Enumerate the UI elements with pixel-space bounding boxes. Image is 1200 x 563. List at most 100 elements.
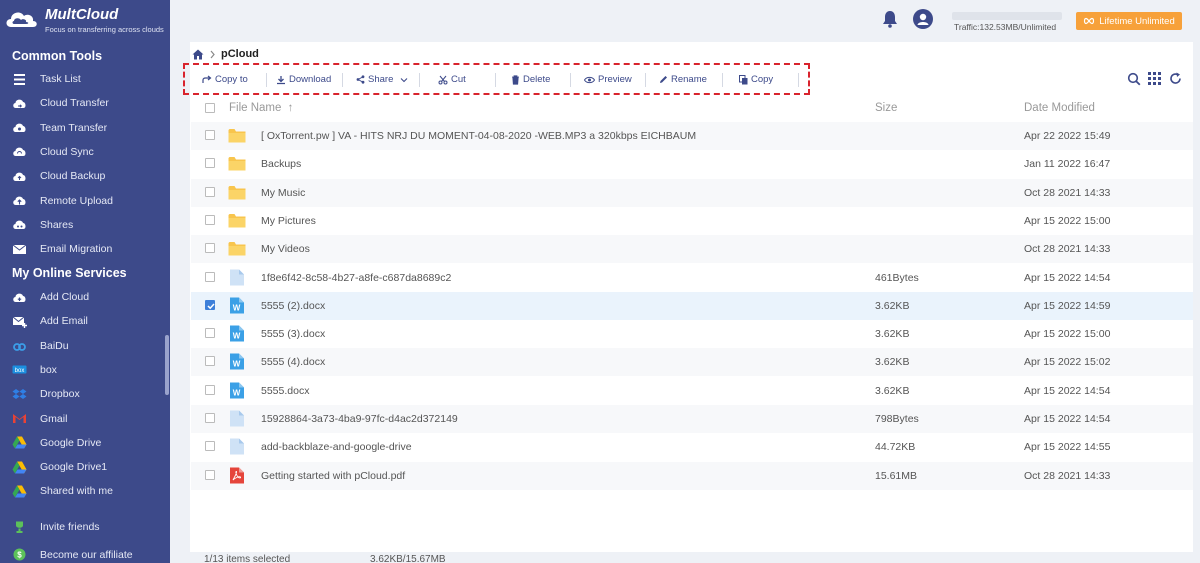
column-header-size[interactable]: Size: [875, 102, 897, 114]
table-row[interactable]: W 5555.docx 3.62KB Apr 15 2022 14:54: [191, 377, 1193, 405]
chevron-right-icon: [210, 50, 215, 58]
download-button[interactable]: Download: [276, 74, 331, 85]
sidebar-item-baidu[interactable]: BaiDu: [0, 335, 170, 357]
table-row[interactable]: 1f8e6f42-8c58-4b27-a8fe-c687da8689c2 461B…: [191, 264, 1193, 292]
table-row[interactable]: My Music Oct 28 2021 14:33: [191, 178, 1193, 207]
lifetime-unlimited-button[interactable]: Lifetime Unlimited: [1076, 12, 1182, 30]
gmail-icon: [12, 411, 27, 426]
sidebar-item-become-our-affiliate[interactable]: $ Become our affiliate: [0, 544, 170, 563]
brand[interactable]: MultCloud Focus on transferring across c…: [0, 0, 170, 42]
preview-label: Preview: [598, 74, 632, 85]
breadcrumb-current[interactable]: pCloud: [221, 48, 259, 60]
row-checkbox[interactable]: [205, 413, 215, 423]
sidebar-item-invite-friends[interactable]: Invite friends: [0, 516, 170, 538]
sidebar-item-label: Email Migration: [40, 243, 113, 256]
file-name[interactable]: My Music: [261, 187, 305, 199]
refresh-icon[interactable]: [1169, 72, 1182, 85]
table-row[interactable]: My Videos Oct 28 2021 14:33: [191, 235, 1193, 264]
row-checkbox[interactable]: [205, 186, 215, 197]
sidebar-item-team-transfer[interactable]: Team Transfer: [0, 117, 170, 139]
grid-view-icon[interactable]: [1148, 72, 1161, 85]
row-checkbox[interactable]: [205, 441, 215, 452]
sidebar-item-remote-upload[interactable]: Remote Upload: [0, 190, 170, 212]
file-name[interactable]: add-backblaze-and-google-drive: [261, 441, 412, 453]
copy-to-button[interactable]: Copy to: [202, 74, 248, 85]
user-avatar[interactable]: [913, 9, 933, 29]
file-icon: [230, 410, 244, 427]
file-name[interactable]: 5555.docx: [261, 385, 309, 397]
sidebar-item-task-list[interactable]: Task List: [0, 68, 170, 90]
file-name[interactable]: Backups: [261, 158, 301, 170]
table-row[interactable]: W 5555 (4).docx 3.62KB Apr 15 2022 15:02: [191, 348, 1193, 377]
select-all-checkbox[interactable]: [205, 103, 215, 113]
file-date: Apr 15 2022 15:00: [1024, 214, 1111, 227]
row-checkbox[interactable]: [205, 243, 215, 254]
sidebar-item-cloud-sync[interactable]: Cloud Sync: [0, 141, 170, 163]
cut-button[interactable]: Cut: [438, 74, 466, 85]
file-name[interactable]: 5555 (3).docx: [261, 328, 325, 340]
sidebar-scrollbar[interactable]: [165, 335, 169, 395]
table-row[interactable]: My Pictures Apr 15 2022 15:00: [191, 207, 1193, 235]
row-checkbox[interactable]: [205, 214, 215, 225]
table-row[interactable]: 15928864-3a73-4ba9-97fc-d4ac2d372149 798B…: [191, 405, 1193, 433]
sidebar-item-cloud-transfer[interactable]: Cloud Transfer: [0, 92, 170, 114]
file-name[interactable]: Getting started with pCloud.pdf: [261, 470, 405, 482]
sidebar-item-email-migration[interactable]: Email Migration: [0, 238, 170, 260]
sidebar-item-label: Cloud Sync: [40, 145, 94, 158]
word-doc-icon: W: [230, 325, 244, 342]
column-name-label: File Name: [229, 102, 282, 114]
sidebar-item-google-drive[interactable]: Google Drive: [0, 432, 170, 454]
row-checkbox[interactable]: [205, 328, 215, 339]
sidebar-item-cloud-backup[interactable]: Cloud Backup: [0, 165, 170, 187]
share-button[interactable]: Share: [356, 74, 408, 85]
common-tools-title: Common Tools: [12, 49, 103, 63]
sidebar-item-google-drive1[interactable]: Google Drive1: [0, 456, 170, 478]
file-name[interactable]: My Videos: [261, 243, 310, 255]
table-row[interactable]: [ OxTorrent.pw ] VA - HITS NRJ DU MOMENT…: [191, 122, 1193, 150]
column-header-name[interactable]: File Name ↑: [229, 102, 293, 114]
file-name[interactable]: 5555 (2).docx: [261, 300, 325, 312]
sidebar-item-gmail[interactable]: Gmail: [0, 408, 170, 430]
row-checkbox[interactable]: [205, 158, 215, 169]
sidebar-item-shares[interactable]: Shares: [0, 214, 170, 236]
preview-button[interactable]: Preview: [584, 74, 632, 85]
cloud-sync-icon: [12, 144, 27, 159]
copy-label: Copy: [751, 74, 774, 85]
table-row[interactable]: W 5555 (3).docx 3.62KB Apr 15 2022 15:00: [191, 320, 1193, 348]
table-row[interactable]: add-backblaze-and-google-drive 44.72KB Apr…: [191, 433, 1193, 461]
sidebar-item-shared-with-me[interactable]: Shared with me: [0, 480, 170, 502]
home-icon[interactable]: [192, 49, 204, 60]
sidebar-item-add-cloud[interactable]: Add Cloud: [0, 286, 170, 308]
row-checkbox[interactable]: [205, 384, 215, 395]
file-name[interactable]: 15928864-3a73-4ba9-97fc-d4ac2d372149: [261, 413, 458, 425]
row-checkbox[interactable]: [205, 130, 215, 140]
email-migration-icon: [12, 242, 27, 257]
file-name[interactable]: 1f8e6f42-8c58-4b27-a8fe-c687da8689c2: [261, 272, 451, 284]
toolbar-divider: [570, 73, 571, 87]
svg-text:W: W: [233, 388, 241, 397]
table-row[interactable]: Backups Jan 11 2022 16:47: [191, 150, 1193, 178]
row-checkbox[interactable]: [205, 299, 215, 310]
copy-button[interactable]: Copy: [739, 74, 773, 85]
row-checkbox[interactable]: [205, 356, 215, 367]
file-name[interactable]: 5555 (4).docx: [261, 356, 325, 368]
folder-icon: [228, 242, 246, 256]
sidebar-item-add-email[interactable]: Add Email: [0, 310, 170, 332]
rename-button[interactable]: Rename: [659, 74, 707, 85]
file-name[interactable]: My Pictures: [261, 215, 316, 227]
top-bar: [170, 0, 1200, 40]
download-icon: [277, 75, 285, 84]
search-icon[interactable]: [1127, 72, 1141, 86]
sidebar-item-dropbox[interactable]: Dropbox: [0, 383, 170, 405]
delete-button[interactable]: Delete: [511, 74, 550, 85]
file-icon: [230, 269, 244, 285]
table-row[interactable]: Getting started with pCloud.pdf 15.61MB Oc…: [191, 461, 1193, 490]
row-checkbox[interactable]: [205, 469, 215, 480]
file-name[interactable]: [ OxTorrent.pw ] VA - HITS NRJ DU MOMENT…: [261, 130, 696, 142]
sidebar-item-label: Task List: [40, 73, 81, 85]
row-checkbox[interactable]: [205, 271, 215, 282]
sidebar-item-box[interactable]: box box: [0, 359, 170, 381]
bell-icon[interactable]: [882, 10, 898, 28]
table-row[interactable]: W 5555 (2).docx 3.62KB Apr 15 2022 14:59: [191, 291, 1193, 320]
column-header-date[interactable]: Date Modified: [1024, 102, 1095, 114]
